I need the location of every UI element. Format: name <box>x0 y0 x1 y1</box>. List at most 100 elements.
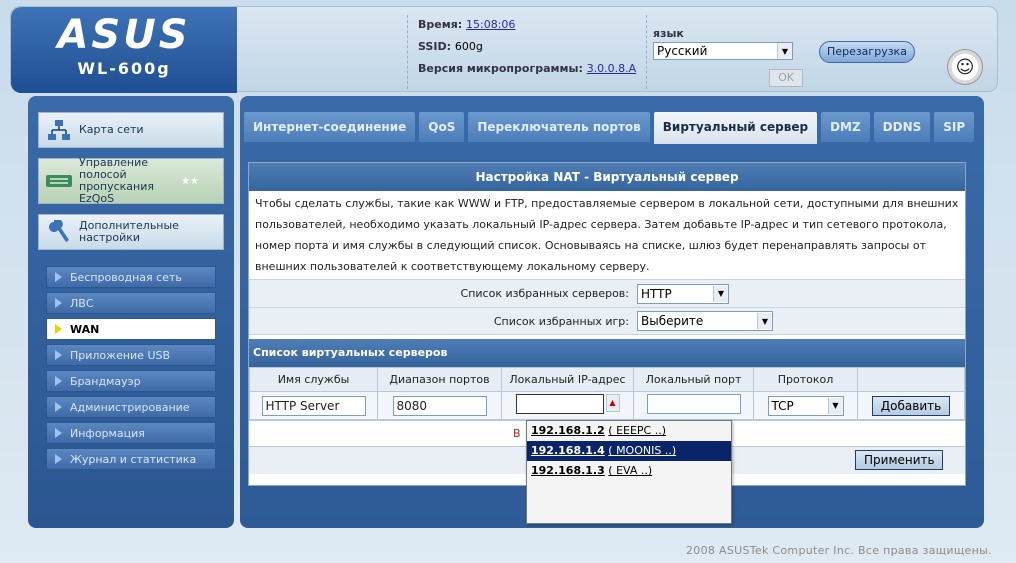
column-header: Протокол <box>753 367 858 392</box>
apply-button[interactable]: Применить <box>855 450 943 470</box>
list-item[interactable]: 192.168.1.4 ( MOONIS ..) <box>527 441 731 461</box>
sidebar-item-label: Приложение USB <box>70 348 171 362</box>
list-item[interactable]: 192.168.1.3 ( EVA ..) <box>527 461 731 481</box>
sidebar-item-log[interactable]: Журнал и статистика <box>46 448 216 470</box>
sidebar-item-firewall[interactable]: Брандмауэр <box>46 370 216 392</box>
time-link[interactable]: 15:08:06 <box>466 18 515 31</box>
add-button[interactable]: Добавить <box>871 395 951 416</box>
sidebar-item-lan[interactable]: ЛВС <box>46 292 216 314</box>
star-icon: ★★ <box>181 175 199 187</box>
asus-logo: ASUS WL-600g <box>11 7 237 93</box>
empty-list-message: В <box>513 427 521 440</box>
language-block: язык Русский ▼ OK <box>653 27 803 87</box>
triangle-right-icon <box>55 350 62 360</box>
brand-text: ASUS <box>57 12 191 58</box>
sidebar-item-label: Журнал и статистика <box>70 452 197 466</box>
sidebar-item-label: Брандмауэр <box>70 374 141 388</box>
list-item[interactable]: 192.168.1.2 ( EEEPC ..) <box>527 421 731 441</box>
reboot-button[interactable]: Перезагрузка <box>819 41 915 63</box>
page-title: Настройка NAT - Виртуальный сервер <box>249 163 965 191</box>
sidebar: Карта сети Управление полосой пропускани… <box>28 96 234 528</box>
chevron-down-icon: ▼ <box>757 313 772 329</box>
local-ip-cell: ▲ <box>501 391 634 420</box>
header-bar: ASUS WL-600g Время: 15:08:06 SSID: 600g … <box>10 6 998 93</box>
sidebar-item-advanced[interactable]: Дополнительные настройки <box>38 214 224 250</box>
sidebar-item-wireless[interactable]: Беспроводная сеть <box>46 266 216 288</box>
footer-copyright: 2008 ASUSTek Computer Inc. Все права защ… <box>686 544 992 557</box>
language-select[interactable]: Русский ▼ <box>653 42 793 60</box>
column-header: Диапазон портов <box>377 367 502 392</box>
network-map-icon <box>39 119 79 141</box>
tab-dmz[interactable]: DMZ <box>821 112 870 142</box>
firmware-row: Версия микропрограммы: 3.0.0.8.A <box>418 59 646 81</box>
bandwidth-icon <box>39 171 79 191</box>
time-row: Время: 15:08:06 <box>418 15 646 37</box>
local-port-input[interactable] <box>646 394 741 414</box>
device-name: ( EVA ..) <box>608 464 653 477</box>
triangle-right-icon <box>55 428 62 438</box>
triangle-right-icon <box>55 454 62 464</box>
sidebar-item-label: Беспроводная сеть <box>70 270 182 284</box>
port-range-cell: 8080 <box>377 391 502 420</box>
chevron-down-icon: ▼ <box>827 397 843 414</box>
sidebar-item-label: WAN <box>70 322 100 336</box>
local-port-cell <box>633 391 754 420</box>
column-header: Локальный IP-адрес <box>501 367 634 392</box>
device-name: ( EEEPC ..) <box>608 424 667 437</box>
sidebar-item-info[interactable]: Информация <box>46 422 216 444</box>
device-name: ( MOONIS ..) <box>608 444 677 457</box>
sidebar-item-label: Администрирование <box>70 400 190 414</box>
firmware-link[interactable]: 3.0.0.8.A <box>587 62 637 75</box>
tab-sip[interactable]: SIP <box>934 112 975 142</box>
sidebar-item-label: ЛВС <box>70 296 94 310</box>
tab-ddns[interactable]: DDNS <box>873 112 931 142</box>
sidebar-item-network-map[interactable]: Карта сети <box>38 112 224 148</box>
fav-servers-select[interactable]: HTTP ▼ <box>637 283 729 304</box>
mascot-icon: ☺ <box>947 49 983 85</box>
sidebar-item-wan[interactable]: WAN <box>46 318 216 340</box>
triangle-right-icon <box>55 324 62 334</box>
fav-games-select[interactable]: Выберите ▼ <box>637 311 773 331</box>
tab-qos[interactable]: QoS <box>419 112 465 142</box>
chevron-up-icon[interactable]: ▲ <box>605 394 620 412</box>
column-header: Имя службы <box>249 367 378 392</box>
fav-servers-label: Список избранных серверов: <box>460 287 629 300</box>
sidebar-item-label: Информация <box>70 426 145 440</box>
protocol-cell: TCP ▼ <box>753 391 858 420</box>
ssid-row: SSID: 600g <box>418 37 646 59</box>
sidebar-item-usb[interactable]: Приложение USB <box>46 344 216 366</box>
triangle-right-icon <box>55 402 62 412</box>
tab-internet[interactable]: Интернет-соединение <box>244 112 416 142</box>
protocol-select[interactable]: TCP ▼ <box>767 395 844 416</box>
fav-games-label: Список избранных игр: <box>493 314 629 328</box>
language-label: язык <box>653 27 684 40</box>
wrench-icon <box>39 220 79 244</box>
firmware-label: Версия микропрограммы: <box>418 62 583 75</box>
ip-address: 192.168.1.4 <box>531 444 605 457</box>
language-value: Русский <box>657 44 708 58</box>
protocol-value: TCP <box>771 398 794 413</box>
service-name-input[interactable]: HTTP Server <box>261 395 366 416</box>
tab-port-switch[interactable]: Переключатель портов <box>468 112 650 142</box>
local-ip-input[interactable] <box>515 394 604 414</box>
chevron-down-icon: ▼ <box>777 43 792 59</box>
column-header: Локальный порт <box>633 367 754 392</box>
ssid-value: 600g <box>454 40 483 53</box>
ip-address: 192.168.1.3 <box>531 464 605 477</box>
sidebar-item-admin[interactable]: Администрирование <box>46 396 216 418</box>
ip-address: 192.168.1.2 <box>531 424 605 437</box>
tab-virtual-server[interactable]: Виртуальный сервер <box>653 112 818 144</box>
triangle-right-icon <box>55 376 62 386</box>
service-cell: HTTP Server <box>249 391 378 420</box>
chevron-down-icon: ▼ <box>713 285 728 302</box>
local-ip-dropdown: 192.168.1.2 ( EEEPC ..) 192.168.1.4 ( MO… <box>526 420 732 524</box>
port-range-input[interactable]: 8080 <box>392 395 487 416</box>
virtual-server-list-title: Список виртуальных серверов <box>249 339 965 367</box>
virtual-server-table: Имя службы Диапазон портов Локальный IP-… <box>249 367 965 420</box>
description-text: Чтобы сделать службы, такие как WWW и FT… <box>255 197 959 273</box>
sidebar-item-label: Дополнительные настройки <box>79 219 179 244</box>
language-ok-button[interactable]: OK <box>769 69 803 87</box>
status-info: Время: 15:08:06 SSID: 600g Версия микроп… <box>407 15 647 89</box>
sidebar-item-ezqos[interactable]: Управление полосой пропускания EzQoS ★★ <box>38 157 224 205</box>
time-label: Время: <box>418 18 463 31</box>
